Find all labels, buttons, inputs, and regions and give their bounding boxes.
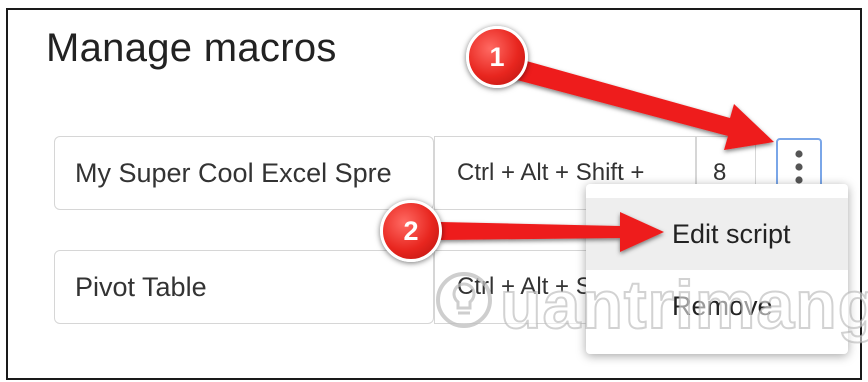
menu-item-edit-script[interactable]: Edit script bbox=[586, 198, 848, 270]
step-badge-1: 1 bbox=[466, 26, 528, 88]
dialog-title: Manage macros bbox=[46, 26, 337, 70]
macro-name-input[interactable]: My Super Cool Excel Spre bbox=[54, 136, 434, 210]
menu-item-remove[interactable]: Remove bbox=[586, 270, 848, 342]
more-vert-icon bbox=[795, 150, 803, 184]
more-options-menu: Edit script Remove bbox=[586, 184, 848, 354]
macro-name-input[interactable]: Pivot Table bbox=[54, 250, 434, 324]
step-badge-2: 2 bbox=[380, 200, 442, 262]
